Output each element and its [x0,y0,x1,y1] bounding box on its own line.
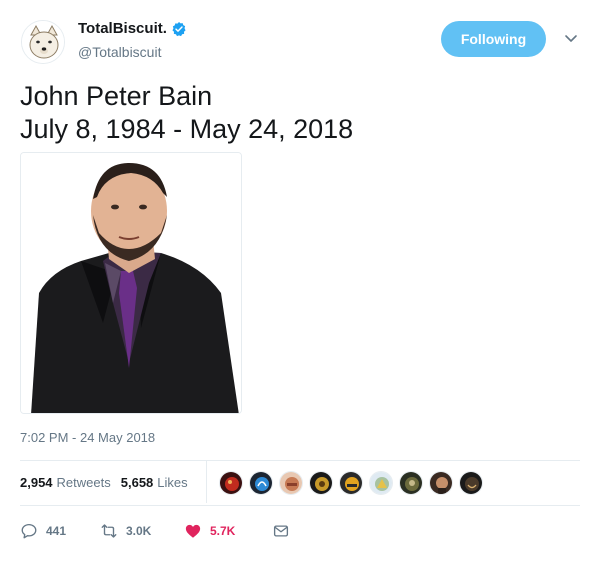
liker-avatar[interactable] [369,471,393,495]
retweet-icon [101,524,117,538]
display-name[interactable]: TotalBiscuit. [78,20,187,37]
liker-avatar[interactable] [249,471,273,495]
likes-count[interactable]: 5,658 [121,475,154,490]
liker-avatar[interactable] [399,471,423,495]
liker-avatar[interactable] [219,471,243,495]
tweet-text: John Peter Bain July 8, 1984 - May 24, 2… [20,80,353,146]
heart-icon [185,524,201,538]
dog-avatar-icon [22,21,64,63]
envelope-icon [273,525,289,537]
reply-button[interactable]: 441 [20,522,100,540]
following-button[interactable]: Following [441,21,546,57]
likers-avatar-row [219,471,483,495]
tweet-photo[interactable] [20,152,242,414]
divider [20,460,580,461]
retweets-count[interactable]: 2,954 [20,475,53,490]
retweets-label[interactable]: Retweets [57,475,111,490]
portrait-photo [21,153,241,413]
liker-avatar[interactable] [459,471,483,495]
chevron-down-icon[interactable] [563,30,579,46]
liker-avatar[interactable] [339,471,363,495]
retweet-button[interactable]: 3.0K [100,522,184,540]
user-handle[interactable]: @Totalbiscuit [78,44,161,60]
retweet-count: 3.0K [126,524,152,538]
stats-separator [206,461,207,503]
liker-avatar[interactable] [429,471,453,495]
reply-count: 441 [46,524,67,538]
tweet-text-line: July 8, 1984 - May 24, 2018 [20,114,354,144]
like-button[interactable]: 5.7K [184,522,272,540]
profile-avatar[interactable] [21,20,65,64]
display-name-text: TotalBiscuit. [78,20,167,37]
liker-avatar[interactable] [309,471,333,495]
tweet-text-line: John Peter Bain [20,81,213,111]
verified-badge-icon [172,21,186,36]
tweet-actions: 441 3.0K 5.7K [20,519,302,543]
like-count: 5.7K [210,524,236,538]
divider [20,505,580,506]
direct-message-button[interactable] [272,522,302,540]
tweet-timestamp[interactable]: 7:02 PM - 24 May 2018 [20,430,155,445]
tweet-stats: 2,954 Retweets 5,658 Likes [20,470,198,494]
likes-label[interactable]: Likes [157,475,187,490]
liker-avatar[interactable] [279,471,303,495]
reply-icon [21,523,37,539]
